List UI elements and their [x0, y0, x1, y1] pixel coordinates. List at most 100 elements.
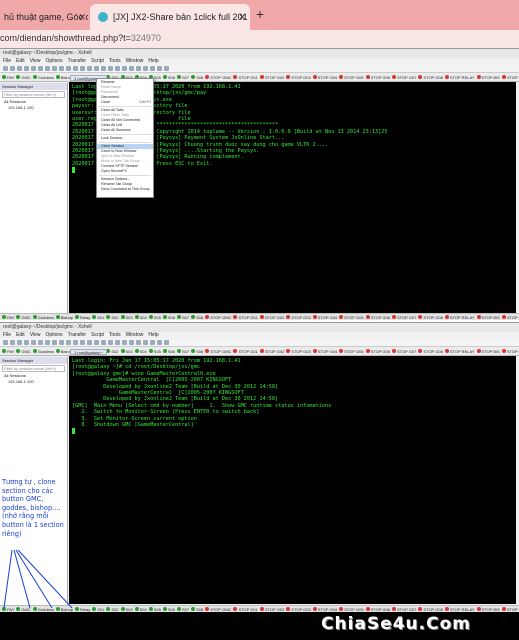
- toolbar-button-icon[interactable]: [87, 66, 92, 71]
- toolbar-button-icon[interactable]: [122, 340, 127, 345]
- toolbar-button-icon[interactable]: [38, 340, 43, 345]
- quick-command-button[interactable]: STOP G07: [391, 349, 416, 354]
- quick-command-button[interactable]: STOP G04: [312, 607, 337, 612]
- quick-command-button[interactable]: STOP GMC: [205, 607, 231, 612]
- toolbar-button-icon[interactable]: [45, 66, 50, 71]
- quick-command-button[interactable]: Bishop: [55, 315, 73, 320]
- quick-command-button[interactable]: STOP G03: [286, 349, 311, 354]
- quick-command-button[interactable]: STOP BIS: [476, 75, 500, 80]
- context-menu-item[interactable]: Send Command to This Group: [97, 187, 153, 192]
- quick-command-button[interactable]: STOP G06: [365, 75, 390, 80]
- menu-item-options[interactable]: Options: [45, 332, 62, 339]
- quick-command-button[interactable]: S01: [92, 607, 104, 612]
- quick-command-button[interactable]: STOP RELAY: [444, 607, 475, 612]
- toolbar-button-icon[interactable]: [122, 66, 127, 71]
- tree-item-host[interactable]: 192.168.1.100: [0, 105, 67, 111]
- menu-item-help[interactable]: Help: [148, 58, 158, 65]
- quick-command-button[interactable]: S05: [148, 607, 161, 612]
- quick-command-button[interactable]: S08: [191, 75, 203, 80]
- quick-command-button[interactable]: STOP BIS: [476, 607, 500, 612]
- quick-command-button[interactable]: S06: [162, 607, 175, 612]
- quick-command-button[interactable]: STOP RELAY: [444, 75, 475, 80]
- quick-command-button[interactable]: STOP G01: [233, 315, 258, 320]
- quick-command-button[interactable]: S08: [191, 349, 203, 354]
- menu-item-view[interactable]: View: [30, 58, 41, 65]
- quick-command-button[interactable]: STOP G08: [418, 75, 443, 80]
- toolbar-button-icon[interactable]: [80, 66, 85, 71]
- quick-command-button[interactable]: STOP G08: [418, 607, 443, 612]
- quick-command-button[interactable]: STOP GOD: [501, 607, 519, 612]
- browser-tab-1[interactable]: hủ thuật game, Góc ch ✕: [0, 4, 88, 30]
- menu-item-options[interactable]: Options: [45, 58, 62, 65]
- quick-command-button[interactable]: STOP G01: [233, 75, 258, 80]
- toolbar-button-icon[interactable]: [143, 340, 148, 345]
- quick-command-button[interactable]: STOP G06: [365, 315, 390, 320]
- quick-command-button[interactable]: PAY: [2, 75, 14, 80]
- quick-command-button[interactable]: S03: [120, 315, 133, 320]
- menu-item-edit[interactable]: Edit: [16, 58, 25, 65]
- menu-item-transfer[interactable]: Transfer: [68, 58, 86, 65]
- quick-command-button[interactable]: S07: [177, 349, 189, 354]
- context-menu-item[interactable]: Lock Session...: [97, 136, 153, 141]
- quick-command-button[interactable]: STOP G02: [259, 349, 284, 354]
- context-menu-item[interactable]: Close Ctrl+F4: [97, 100, 153, 105]
- menu-item-script[interactable]: Script: [91, 58, 104, 65]
- menu-item-window[interactable]: Window: [126, 58, 144, 65]
- toolbar-button-icon[interactable]: [31, 66, 36, 71]
- menu-item-tools[interactable]: Tools: [109, 332, 121, 339]
- menu-item-window[interactable]: Window: [126, 332, 144, 339]
- quick-command-button[interactable]: STOP G06: [365, 349, 390, 354]
- quick-command-button[interactable]: S02: [106, 607, 119, 612]
- quick-command-button[interactable]: S06: [162, 349, 175, 354]
- session-filter-input[interactable]: Filter by session name (Alt+I): [2, 91, 65, 98]
- close-tab-icon[interactable]: ✕: [238, 12, 246, 23]
- quick-command-button[interactable]: S04: [134, 349, 147, 354]
- quick-command-button[interactable]: S06: [162, 75, 175, 80]
- quick-command-button[interactable]: STOP RELAY: [444, 349, 475, 354]
- toolbar-button-icon[interactable]: [66, 340, 71, 345]
- toolbar-button-icon[interactable]: [24, 66, 29, 71]
- quick-command-button[interactable]: PAY: [2, 315, 14, 320]
- toolbar-button-icon[interactable]: [150, 340, 155, 345]
- menu-item-view[interactable]: View: [30, 332, 41, 339]
- menu-item-help[interactable]: Help: [148, 332, 158, 339]
- toolbar-button-icon[interactable]: [17, 340, 22, 345]
- menu-item-file[interactable]: File: [3, 58, 11, 65]
- toolbar-button-icon[interactable]: [31, 340, 36, 345]
- menu-item-transfer[interactable]: Transfer: [68, 332, 86, 339]
- toolbar-button-icon[interactable]: [73, 340, 78, 345]
- quick-command-button[interactable]: STOP G03: [286, 75, 311, 80]
- quick-command-button[interactable]: S03: [120, 349, 133, 354]
- quick-command-button[interactable]: STOP GMC: [205, 349, 231, 354]
- menu-item-file[interactable]: File: [3, 332, 11, 339]
- tree-item-host[interactable]: 192.168.1.100: [0, 379, 67, 385]
- quick-command-button[interactable]: GMC: [16, 315, 31, 320]
- quick-command-button[interactable]: S04: [134, 315, 147, 320]
- toolbar-button-icon[interactable]: [164, 340, 169, 345]
- quick-command-button[interactable]: STOP GOD: [501, 75, 519, 80]
- quick-command-button[interactable]: STOP GOD: [501, 349, 519, 354]
- toolbar-button-icon[interactable]: [101, 66, 106, 71]
- toolbar-button-icon[interactable]: [73, 66, 78, 71]
- toolbar-button-icon[interactable]: [24, 340, 29, 345]
- quick-command-button[interactable]: S05: [148, 349, 161, 354]
- quick-command-button[interactable]: Goddess: [32, 75, 54, 80]
- toolbar-button-icon[interactable]: [87, 340, 92, 345]
- toolbar-button-icon[interactable]: [143, 66, 148, 71]
- toolbar-button-icon[interactable]: [115, 340, 120, 345]
- quick-command-button[interactable]: STOP G03: [286, 315, 311, 320]
- toolbar-button-icon[interactable]: [150, 66, 155, 71]
- toolbar-button-icon[interactable]: [10, 66, 15, 71]
- quick-command-button[interactable]: STOP G01: [233, 349, 258, 354]
- toolbar-button-icon[interactable]: [136, 340, 141, 345]
- quick-command-button[interactable]: STOP G02: [259, 607, 284, 612]
- toolbar-button-icon[interactable]: [164, 66, 169, 71]
- quick-command-button[interactable]: S06: [162, 315, 175, 320]
- context-menu-item[interactable]: Open SecureFX: [97, 169, 153, 174]
- toolbar-button-icon[interactable]: [38, 66, 43, 71]
- toolbar-button-icon[interactable]: [3, 66, 8, 71]
- quick-command-button[interactable]: S07: [177, 315, 189, 320]
- toolbar-button-icon[interactable]: [52, 340, 57, 345]
- quick-command-button[interactable]: STOP G04: [312, 349, 337, 354]
- toolbar-button-icon[interactable]: [157, 340, 162, 345]
